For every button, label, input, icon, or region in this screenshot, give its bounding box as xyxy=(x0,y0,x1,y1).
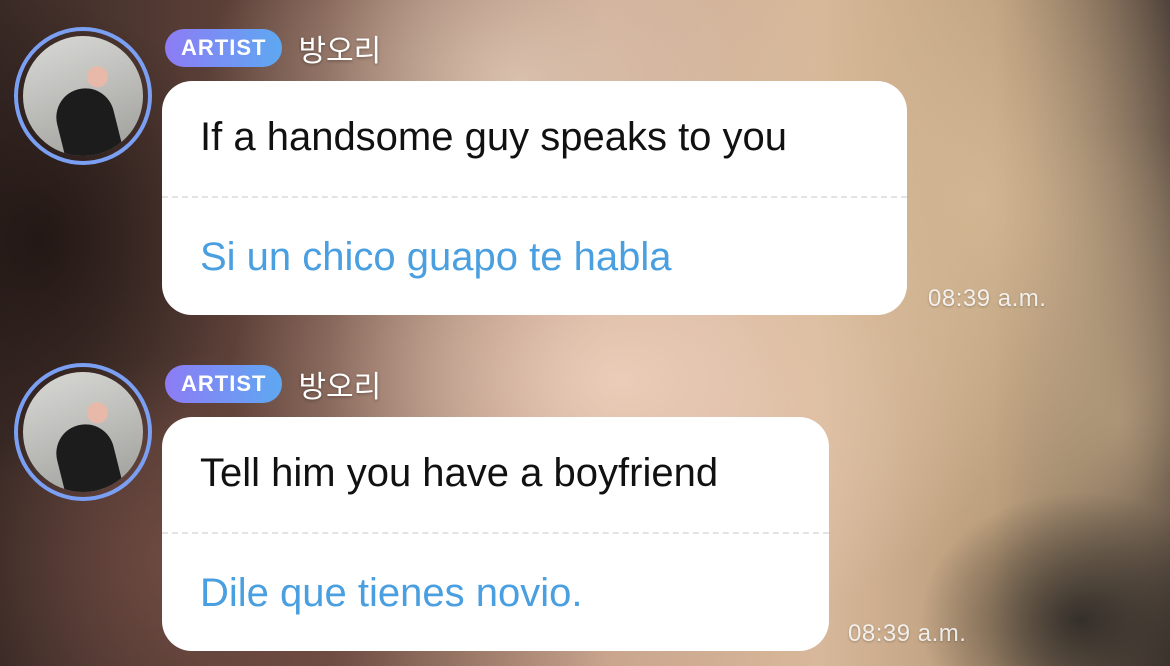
translated-text: Si un chico guapo te habla xyxy=(200,234,672,279)
artist-badge: ARTIST xyxy=(165,365,283,403)
message-header: ARTIST 방오리 xyxy=(165,26,381,70)
message-header: ARTIST 방오리 xyxy=(165,362,381,406)
avatar[interactable] xyxy=(14,363,152,501)
message-bubble[interactable]: Tell him you have a boyfriend Dile que t… xyxy=(162,417,829,651)
message-bubble[interactable]: If a handsome guy speaks to you Si un ch… xyxy=(162,81,907,315)
chat-message: ARTIST 방오리 If a handsome guy speaks to y… xyxy=(0,0,1170,330)
original-text: If a handsome guy speaks to you xyxy=(200,115,788,159)
translated-text: Dile que tienes novio. xyxy=(200,570,583,615)
avatar[interactable] xyxy=(14,27,152,165)
sender-name[interactable]: 방오리 xyxy=(298,362,381,406)
timestamp: 08:39 a.m. xyxy=(848,620,967,647)
chat-message: ARTIST 방오리 Tell him you have a boyfriend… xyxy=(0,336,1170,666)
timestamp: 08:39 a.m. xyxy=(928,285,1047,312)
avatar-image xyxy=(23,36,143,156)
original-text: Tell him you have a boyfriend xyxy=(200,451,719,495)
avatar-image xyxy=(23,372,143,492)
sender-name[interactable]: 방오리 xyxy=(298,26,381,70)
artist-badge: ARTIST xyxy=(165,29,283,67)
